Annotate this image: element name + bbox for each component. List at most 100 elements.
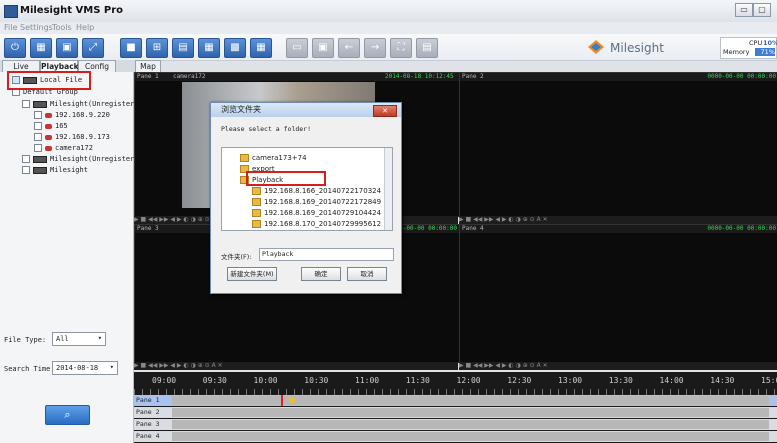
timeline-row[interactable]: Pane 4 xyxy=(134,431,777,442)
ok-button[interactable]: 确定 xyxy=(301,267,341,281)
timeline-hour-label: 13:30 xyxy=(608,376,633,385)
item-checkbox[interactable] xyxy=(22,155,30,163)
pane-1-label: Pane 1 xyxy=(137,73,159,80)
camera-item[interactable]: 192.168.9.173 xyxy=(34,133,110,141)
pane-3-controls[interactable]: ▶ ■ ◀◀ ▶▶ ◀ ▶ ◐ ◑ ⊕ ⊙ A ✕ xyxy=(134,362,458,370)
timeline-hour-label: 13:00 xyxy=(558,376,583,385)
playhead-marker[interactable] xyxy=(281,395,283,406)
folder-item[interactable]: 192.168.8.169_20140722172849 xyxy=(252,198,381,206)
timeline-row-track[interactable] xyxy=(172,420,769,429)
memory-label: Memory xyxy=(723,48,750,56)
camera-item[interactable]: 165 xyxy=(34,122,68,130)
nvr-icon xyxy=(33,166,47,174)
pane-2-label: Pane 2 xyxy=(462,73,484,80)
folder-icon xyxy=(252,187,261,195)
search-time-input[interactable]: 2014-08-18 ▾ xyxy=(52,361,118,375)
menu-tools[interactable]: Tools xyxy=(52,23,72,32)
pane-4-controls[interactable]: ▶ ■ ◀◀ ▶▶ ◀ ▶ ◐ ◑ ⊕ ⊙ A ✕ xyxy=(459,362,777,370)
menu-help[interactable]: Help xyxy=(76,23,94,32)
item-checkbox[interactable] xyxy=(34,133,42,141)
pane-4[interactable]: Pane 4 0000-00-00 00:00:00 xyxy=(459,224,777,363)
timeline-hour-label: 12:00 xyxy=(456,376,481,385)
folder-item[interactable]: 192.168.8.169_20140729104424 xyxy=(252,209,381,217)
search-button[interactable]: ⌕ xyxy=(45,405,90,425)
pane-2[interactable]: Pane 2 0000-00-00 00:00:00 xyxy=(459,72,777,217)
save-layout-icon[interactable]: ▤ xyxy=(416,38,438,58)
pane-4-time: 0000-00-00 00:00:00 xyxy=(707,225,776,232)
folder-item[interactable]: camera173+74 xyxy=(240,154,307,162)
next-page-icon[interactable]: → xyxy=(364,38,386,58)
close-icon[interactable]: ✕ xyxy=(373,105,397,117)
timeline-row[interactable]: Pane 1 xyxy=(134,395,777,406)
folder-item-label: 192.168.8.166_20140722170324 xyxy=(264,187,382,195)
layout-13-icon[interactable]: ▩ xyxy=(224,38,246,58)
item-checkbox[interactable] xyxy=(34,111,42,119)
timeline-row[interactable]: Pane 3 xyxy=(134,419,777,430)
device-item[interactable]: Milesight(Unregistered) xyxy=(22,100,147,108)
item-checkbox[interactable] xyxy=(22,100,30,108)
folder-item[interactable]: 192.168.8.170_20140729995612 xyxy=(252,220,381,228)
folder-input[interactable]: Playback xyxy=(259,248,394,261)
tab-map[interactable]: Map xyxy=(135,60,161,72)
search-time-label: Search Time: xyxy=(4,365,55,373)
folder-icon xyxy=(252,220,261,228)
timeline-hour-label: 11:00 xyxy=(355,376,380,385)
pane-1-camera: camera172 xyxy=(173,73,206,80)
camera-icon xyxy=(45,112,52,118)
device-icon[interactable]: ▦ xyxy=(30,38,52,58)
maximize-button[interactable]: ▢ xyxy=(753,3,771,17)
app-title: Milesight VMS Pro xyxy=(20,5,124,16)
menu-file[interactable]: File xyxy=(4,23,17,32)
layout-16-icon[interactable]: ▦ xyxy=(250,38,272,58)
prev-page-icon[interactable]: ← xyxy=(338,38,360,58)
sequence-icon[interactable]: ▣ xyxy=(312,38,334,58)
layout-6-icon[interactable]: ▤ xyxy=(172,38,194,58)
item-checkbox[interactable] xyxy=(34,122,42,130)
pane-2-header: Pane 2 0000-00-00 00:00:00 xyxy=(460,73,777,81)
new-folder-button[interactable]: 新建文件夹(M) xyxy=(227,267,277,281)
folder-item[interactable]: 192.168.8.166_20140722170324 xyxy=(252,187,381,195)
timeline[interactable]: 09:00 09:30 10:00 10:30 11:00 11:30 12:00 12:30… xyxy=(134,372,777,443)
layout-9-icon[interactable]: ▦ xyxy=(198,38,220,58)
item-label: Milesight xyxy=(50,166,88,174)
item-checkbox[interactable] xyxy=(34,144,42,152)
fullscreen-icon[interactable]: ⤢ xyxy=(82,38,104,58)
playback-highlight xyxy=(246,171,326,186)
layout-custom-icon[interactable]: ▭ xyxy=(286,38,308,58)
milesight-logo: Milesight xyxy=(588,38,718,58)
device-item[interactable]: Milesight xyxy=(22,166,88,174)
folder-tree[interactable]: camera173+74 export Playback 192.168.8.166_… xyxy=(221,147,393,231)
fit-window-icon[interactable]: ⛶ xyxy=(390,38,412,58)
cancel-button[interactable]: 取消 xyxy=(347,267,387,281)
folder-label: 文件夹(F): xyxy=(221,253,252,261)
dialog-prompt: Please select a folder! xyxy=(221,125,312,133)
file-type-select[interactable]: All ▾ xyxy=(52,332,106,346)
scrollbar[interactable] xyxy=(384,148,392,230)
timeline-hour-label: 14:30 xyxy=(710,376,735,385)
timeline-row[interactable]: Pane 2 xyxy=(134,407,777,418)
timeline-row-track[interactable] xyxy=(172,396,769,405)
timeline-hour-label: 11:30 xyxy=(405,376,430,385)
layout-1-icon[interactable]: ■ xyxy=(120,38,142,58)
sidebar: Local File Default Group Milesight(Unreg… xyxy=(0,72,147,443)
timeline-row-track[interactable] xyxy=(172,432,769,441)
timeline-row-track[interactable] xyxy=(172,408,769,417)
device-item[interactable]: Milesight(Unregistered) xyxy=(22,155,147,163)
screenshot-icon[interactable]: ▣ xyxy=(56,38,78,58)
search-time-value: 2014-08-18 xyxy=(56,364,99,372)
milesight-logo-icon xyxy=(588,40,604,54)
pane-1-header: Pane 1 camera172 2014-08-18 10:12:45 xyxy=(135,73,459,81)
camera-item[interactable]: 192.168.9.220 xyxy=(34,111,110,119)
nvr-icon xyxy=(33,155,47,163)
camera-item[interactable]: camera172 xyxy=(34,144,93,152)
cpu-label: CPU xyxy=(749,39,763,47)
item-checkbox[interactable] xyxy=(22,166,30,174)
search-icon: ⌕ xyxy=(64,408,71,421)
playhead-handle[interactable] xyxy=(289,397,295,403)
layout-4-icon[interactable]: ⊞ xyxy=(146,38,168,58)
menu-settings[interactable]: Settings xyxy=(20,23,53,32)
item-label: camera172 xyxy=(55,144,93,152)
pane-2-controls[interactable]: ▶ ■ ◀◀ ▶▶ ◀ ▶ ◐ ◑ ⊕ ⊙ A ✕ xyxy=(459,216,777,224)
minimize-button[interactable]: ▭ xyxy=(735,3,753,17)
power-icon[interactable]: ⏻ xyxy=(4,38,26,58)
